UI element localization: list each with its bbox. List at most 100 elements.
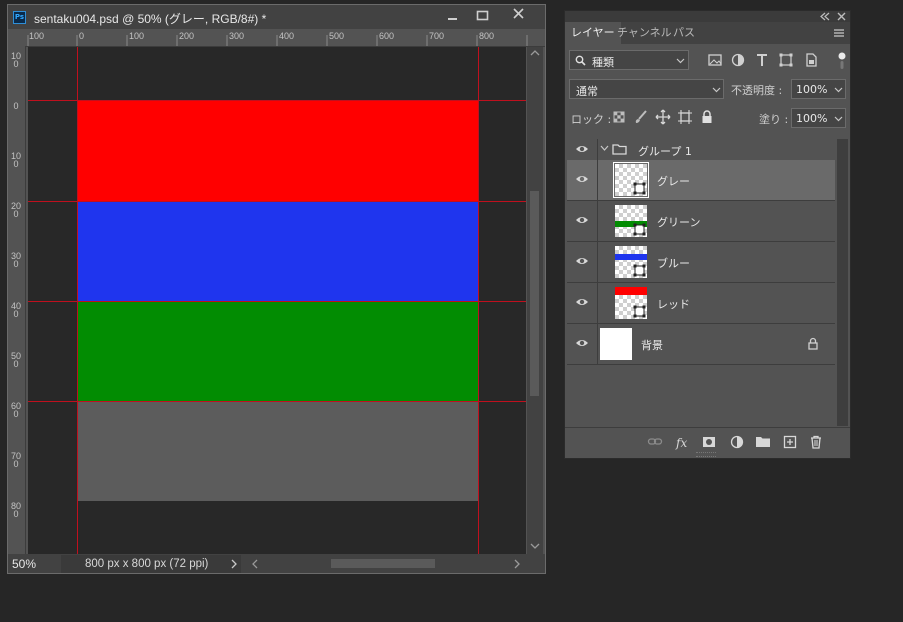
visibility-eye-icon[interactable] [575, 296, 589, 308]
zoom-level[interactable]: 50% [12, 557, 56, 572]
scroll-right-icon[interactable] [513, 559, 521, 569]
layer-row-red[interactable]: レッド [567, 283, 835, 324]
document-info[interactable]: 800 px x 800 px (72 ppi) [61, 555, 241, 573]
lock-transparent-pixels-icon[interactable] [611, 109, 627, 125]
red-band [77, 100, 478, 201]
collapse-panel-icon[interactable] [820, 12, 830, 21]
chevron-down-icon [834, 116, 843, 122]
scroll-down-icon[interactable] [530, 542, 540, 550]
vertical-ruler[interactable]: 100 0 100 200 300 400 500 600 700 800 [8, 46, 26, 554]
layer-row-green[interactable]: グリーン [567, 201, 835, 242]
layer-filter-dropdown[interactable]: 種類 [569, 50, 689, 70]
group-name: グループ 1 [638, 145, 692, 158]
new-layer-icon[interactable] [782, 434, 798, 450]
lock-position-icon[interactable] [655, 109, 671, 125]
visibility-eye-icon[interactable] [575, 143, 589, 155]
filter-toggle-switch[interactable] [837, 51, 847, 71]
ruler-label: 800 [479, 31, 495, 41]
smart-object-badge-icon [633, 182, 646, 195]
close-button[interactable] [504, 5, 534, 25]
document-window: Ps sentaku004.psd @ 50% (グレー, RGB/8#) * … [7, 4, 546, 574]
thumbnail-blue-stripe [615, 254, 647, 260]
visibility-eye-icon[interactable] [575, 255, 589, 267]
guide-horizontal[interactable] [28, 100, 526, 101]
panel-header[interactable] [565, 11, 850, 22]
ruler-label: 500 [11, 351, 22, 369]
group-expand-chevron-icon[interactable] [600, 145, 609, 152]
guide-horizontal[interactable] [28, 201, 526, 202]
fill-value: 100% [796, 112, 828, 125]
scroll-up-icon[interactable] [530, 49, 540, 57]
opacity-value: 100% [796, 83, 828, 96]
visibility-eye-icon[interactable] [575, 214, 589, 226]
adjustment-icon[interactable] [729, 434, 745, 450]
layer-group-row[interactable]: グループ 1 [567, 139, 835, 161]
chevron-down-icon [834, 87, 843, 93]
layer-row-gray[interactable]: グレー [567, 160, 835, 201]
layer-name: レッド [657, 298, 690, 311]
document-title-bar[interactable]: Ps sentaku004.psd @ 50% (グレー, RGB/8#) * [8, 5, 545, 29]
opacity-field[interactable]: 100% [791, 79, 846, 99]
filter-smart-object-icon[interactable] [803, 52, 819, 68]
tab-paths[interactable]: パス [667, 22, 701, 44]
lock-image-pixels-icon[interactable] [633, 109, 649, 125]
panel-resize-grip[interactable] [696, 452, 716, 457]
filter-shape-icon[interactable] [778, 52, 794, 68]
smart-object-badge-icon [633, 223, 646, 236]
guide-horizontal[interactable] [28, 301, 526, 302]
visibility-eye-icon[interactable] [575, 173, 589, 185]
maximize-icon [476, 10, 489, 21]
ruler-label: 200 [11, 201, 22, 219]
blend-mode-dropdown[interactable]: 通常 [569, 79, 724, 99]
document-title: sentaku004.psd @ 50% (グレー, RGB/8#) * [34, 12, 267, 26]
layer-thumbnail [615, 246, 647, 278]
canvas-area[interactable] [28, 47, 526, 554]
ruler-label: 800 [11, 501, 22, 519]
fx-icon[interactable]: fx [675, 434, 691, 450]
maximize-button[interactable] [468, 5, 498, 25]
ruler-label: 100 [129, 31, 145, 41]
ruler-label: 0 [79, 31, 85, 41]
blue-band [77, 201, 478, 301]
filter-pixel-icon[interactable] [707, 52, 723, 68]
ruler-label: 600 [11, 401, 22, 419]
trash-icon[interactable] [808, 434, 824, 450]
panel-tabs: レイヤー チャンネル パス [565, 22, 850, 44]
horizontal-ruler[interactable]: 100 0 100 200 300 400 500 600 700 800 [8, 29, 545, 47]
fill-field[interactable]: 100% [791, 108, 846, 128]
layer-thumbnail [600, 328, 632, 360]
layers-panel: レイヤー チャンネル パス 種類 通常 不透明度 : 100% ロック : 塗り… [564, 10, 851, 459]
lock-artboard-icon[interactable] [677, 109, 693, 125]
thumbnail-red-stripe [615, 287, 647, 295]
layer-row-background[interactable]: 背景 [567, 324, 835, 365]
folder-icon[interactable] [755, 434, 771, 450]
svg-text:fx: fx [675, 436, 687, 450]
filter-type-icon[interactable] [754, 52, 770, 68]
lock-all-icon[interactable] [699, 109, 715, 125]
ruler-label: 700 [429, 31, 445, 41]
ruler-label: 400 [11, 301, 22, 319]
layers-scrollbar[interactable] [837, 139, 848, 426]
layer-row-blue[interactable]: ブルー [567, 242, 835, 283]
panel-menu-icon[interactable] [833, 28, 845, 38]
ruler-label: 100 [11, 151, 22, 169]
filter-adjustment-icon[interactable] [730, 52, 746, 68]
visibility-eye-icon[interactable] [575, 337, 589, 349]
ruler-label: 300 [11, 251, 22, 269]
horizontal-scrollbar[interactable] [245, 555, 527, 572]
minimize-icon [448, 18, 457, 20]
minimize-button[interactable] [438, 5, 468, 25]
vertical-scroll-thumb[interactable] [530, 191, 539, 396]
guide-horizontal[interactable] [28, 401, 526, 402]
scroll-left-icon[interactable] [251, 559, 259, 569]
layer-thumbnail [615, 205, 647, 237]
lock-icon[interactable] [807, 337, 819, 350]
link-icon[interactable] [647, 434, 663, 450]
status-menu-chevron-icon[interactable] [230, 559, 238, 569]
chevron-down-icon [712, 87, 721, 93]
vertical-scrollbar[interactable] [527, 47, 543, 554]
status-bar: 50% 800 px x 800 px (72 ppi) [8, 554, 545, 573]
close-panel-icon[interactable] [837, 12, 846, 21]
horizontal-scroll-thumb[interactable] [331, 559, 435, 568]
mask-icon[interactable] [701, 434, 717, 450]
